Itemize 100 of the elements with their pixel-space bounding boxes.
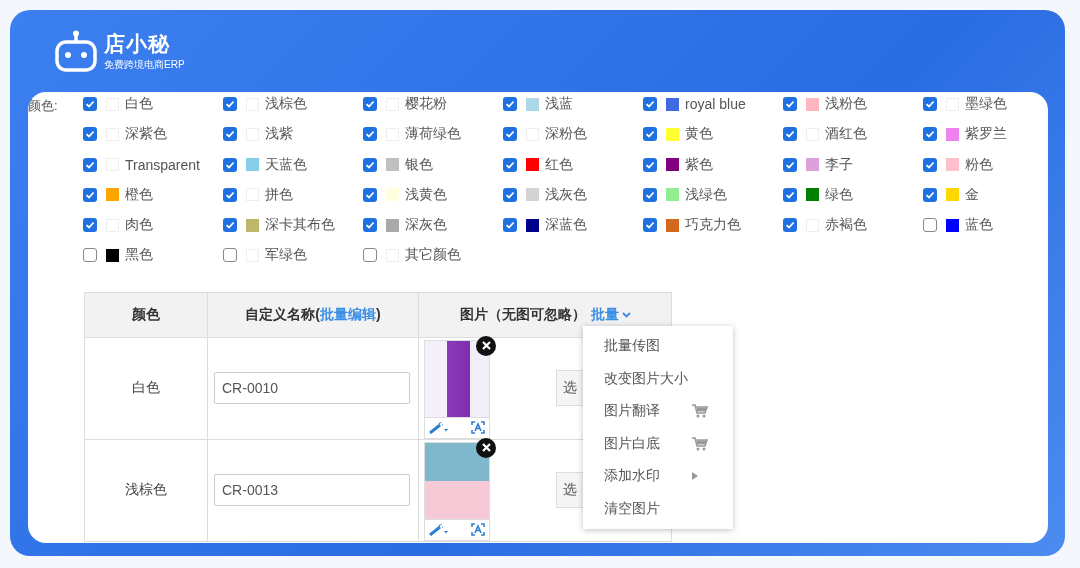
color-option-label: 军绿色 <box>265 246 307 265</box>
color-option-label: 橙色 <box>125 185 153 204</box>
custom-name-input[interactable]: CR-0013 <box>214 474 410 507</box>
remove-image-button[interactable] <box>476 437 496 458</box>
color-option-label: 天蓝色 <box>265 155 307 174</box>
checkbox[interactable] <box>503 97 517 111</box>
custom-name-input[interactable]: CR-0010 <box>214 372 410 405</box>
checkbox[interactable] <box>643 97 657 111</box>
checkbox[interactable] <box>223 157 237 172</box>
checkbox[interactable] <box>363 187 377 202</box>
checkbox[interactable] <box>223 97 237 111</box>
color-cell: 白色 <box>84 337 208 440</box>
close-icon <box>481 443 491 453</box>
checkbox[interactable] <box>83 248 97 263</box>
checkbox[interactable] <box>223 187 237 202</box>
color-option-label: 绿色 <box>825 185 853 204</box>
color-option-label: 薄荷绿色 <box>405 125 461 144</box>
color-option-label: 肉色 <box>125 216 153 235</box>
checkbox[interactable] <box>923 187 937 202</box>
column-header: 图片（无图可忽略） <box>459 305 586 324</box>
color-option-label: 深蓝色 <box>545 216 587 235</box>
checkbox[interactable] <box>643 218 657 233</box>
checkbox[interactable] <box>503 157 517 172</box>
checkbox[interactable] <box>783 97 797 111</box>
checkbox[interactable] <box>363 218 377 233</box>
checkbox[interactable] <box>363 97 377 111</box>
checkbox[interactable] <box>83 97 97 111</box>
checkbox[interactable] <box>783 157 797 172</box>
color-option-label: 浅黄色 <box>405 185 447 204</box>
color-cell: 浅棕色 <box>84 439 208 542</box>
chevron-down-icon <box>621 311 631 318</box>
color-option-label: 黄色 <box>685 125 713 144</box>
magic-wand-icon[interactable] <box>429 421 449 434</box>
color-option-label: 浅粉色 <box>825 95 867 113</box>
color-option-label: 浅棕色 <box>265 95 307 113</box>
color-option-label: 紫色 <box>685 155 713 174</box>
cart-icon <box>692 404 708 419</box>
color-option-label: 深卡其布色 <box>265 216 335 235</box>
checkbox[interactable] <box>83 127 97 142</box>
color-option-label: 金 <box>965 185 979 204</box>
checkbox[interactable] <box>783 218 797 233</box>
logo-tagline: 免费跨境电商ERP <box>104 58 185 72</box>
filter-label: 颜色: <box>28 97 59 115</box>
checkbox[interactable] <box>923 97 937 111</box>
color-option-label: 酒红色 <box>825 125 867 144</box>
checkbox[interactable] <box>783 127 797 142</box>
color-option-label: 赤褐色 <box>825 216 867 235</box>
color-option-label: 深灰色 <box>405 216 447 235</box>
checkbox[interactable] <box>83 218 97 233</box>
robot-logo-icon <box>54 29 98 73</box>
color-option-label: 深粉色 <box>545 125 587 144</box>
checkbox[interactable] <box>223 218 237 233</box>
menu-item[interactable]: 批量传图 <box>583 329 733 363</box>
checkbox[interactable] <box>923 127 937 142</box>
close-icon <box>481 341 491 351</box>
checkbox[interactable] <box>503 218 517 233</box>
color-option-label: 白色 <box>125 95 153 113</box>
color-option-label: 浅绿色 <box>685 185 727 204</box>
color-option-label: 巧克力色 <box>685 216 741 235</box>
color-option-label: 银色 <box>405 155 433 174</box>
checkbox[interactable] <box>363 248 377 263</box>
checkbox[interactable] <box>923 218 937 233</box>
logo-name: 店小秘 <box>104 31 171 57</box>
cart-icon <box>692 436 708 451</box>
checkbox[interactable] <box>83 187 97 202</box>
crop-text-icon[interactable] <box>471 523 485 537</box>
checkbox[interactable] <box>503 187 517 202</box>
color-option-label: 浅灰色 <box>545 185 587 204</box>
checkbox[interactable] <box>643 187 657 202</box>
checkbox[interactable] <box>363 157 377 172</box>
color-option-label: 浅紫 <box>265 125 293 144</box>
checkbox[interactable] <box>923 157 937 172</box>
color-option-label: 红色 <box>545 155 573 174</box>
column-header: 自定义名称(批量编辑) <box>245 305 381 322</box>
checkbox[interactable] <box>783 187 797 202</box>
color-option-label: royal blue <box>685 96 746 112</box>
magic-wand-icon[interactable] <box>429 523 449 536</box>
color-option-label: 黑色 <box>125 246 153 265</box>
checkbox[interactable] <box>503 127 517 142</box>
color-option-label: 拼色 <box>265 185 293 204</box>
submenu-arrow-icon <box>692 472 698 481</box>
checkbox[interactable] <box>83 157 97 172</box>
checkbox[interactable] <box>643 127 657 142</box>
checkbox[interactable] <box>643 157 657 172</box>
color-option-label: 粉色 <box>965 155 993 174</box>
checkbox[interactable] <box>223 248 237 263</box>
checkbox[interactable] <box>363 127 377 142</box>
crop-text-icon[interactable] <box>471 421 485 435</box>
checkbox[interactable] <box>223 127 237 142</box>
color-option-label: 深紫色 <box>125 125 167 144</box>
menu-item[interactable]: 图片白底 <box>583 427 733 460</box>
column-header: 颜色 <box>84 292 208 338</box>
color-option-label: 墨绿色 <box>965 95 1007 113</box>
color-option-label: Transparent <box>125 156 200 173</box>
color-option-label: 浅蓝 <box>545 95 573 113</box>
color-option-label: 李子 <box>825 155 853 174</box>
color-option-label: 樱花粉 <box>405 95 447 113</box>
color-option-label: 紫罗兰 <box>965 125 1007 144</box>
color-option-label: 其它颜色 <box>405 246 461 265</box>
color-option-label: 蓝色 <box>965 216 993 235</box>
